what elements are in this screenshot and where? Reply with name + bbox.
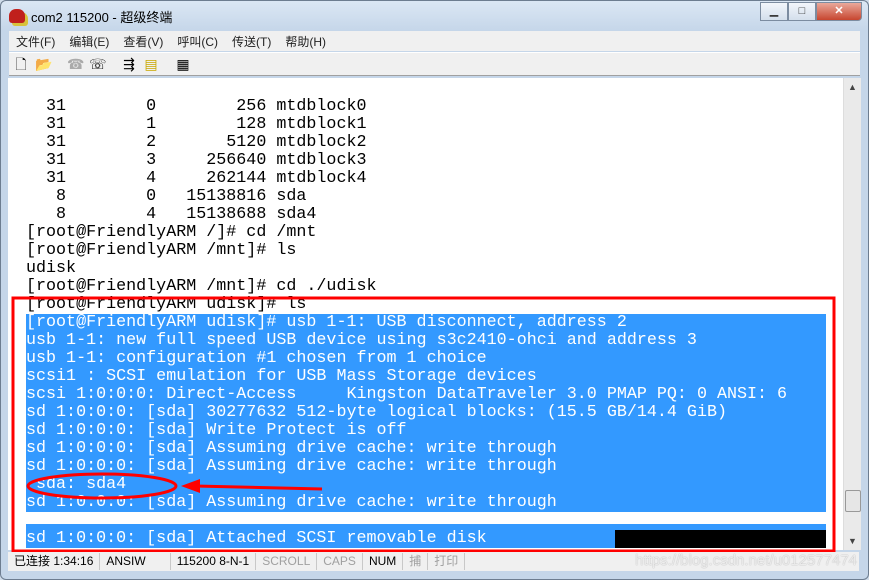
scroll-thumb[interactable] [845, 490, 861, 512]
vertical-scrollbar[interactable]: ▲ ▼ [843, 78, 861, 550]
status-scroll: SCROLL [256, 553, 318, 570]
scroll-up-arrow-icon[interactable]: ▲ [844, 82, 861, 92]
red-arrow [194, 484, 323, 491]
arrow-head [181, 479, 200, 493]
status-print: 打印 [428, 553, 466, 570]
annotation-overlay [11, 296, 836, 553]
red-highlight-box [11, 296, 836, 553]
status-num: NUM [363, 553, 404, 570]
status-capture: 捕 [403, 553, 429, 570]
status-caps: CAPS [317, 553, 363, 570]
status-emulation: ANSIW [100, 553, 171, 570]
red-ellipse [26, 472, 178, 500]
watermark: https://blog.csdn.net/u012577474 [635, 552, 857, 569]
scroll-down-arrow-icon[interactable]: ▼ [844, 536, 861, 546]
status-port: 115200 8-N-1 [171, 553, 257, 570]
status-connected: 已连接 1:34:16 [8, 553, 101, 570]
